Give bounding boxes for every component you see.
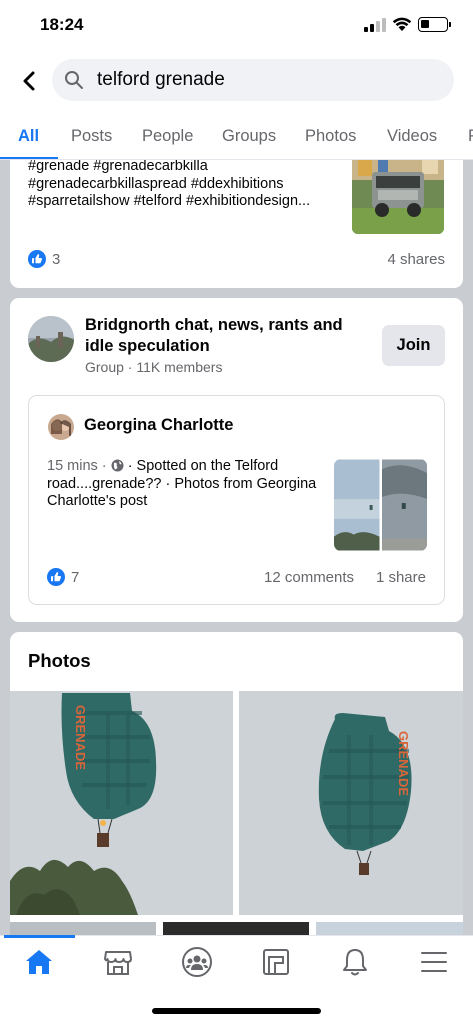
shares-count[interactable]: 4 shares <box>387 251 445 268</box>
search-header <box>0 52 473 110</box>
like-icon <box>28 250 46 268</box>
nav-menu[interactable] <box>416 946 452 978</box>
author-name[interactable]: Georgina Charlotte <box>84 416 233 435</box>
battery-icon <box>418 17 451 32</box>
back-button[interactable] <box>14 66 44 96</box>
tab-videos[interactable]: Videos <box>387 127 437 146</box>
balloon-logo: GRENADE <box>73 705 88 770</box>
post-likes[interactable]: 3 <box>28 250 60 268</box>
globe-icon <box>111 459 124 472</box>
home-icon <box>26 950 52 974</box>
nav-marketplace[interactable] <box>100 946 136 978</box>
photos-section: Photos GRENADE GRENADE <box>10 632 463 935</box>
like-icon <box>47 568 65 586</box>
post-photo[interactable] <box>381 459 428 551</box>
active-nav-indicator <box>4 935 75 938</box>
search-icon <box>65 71 83 89</box>
author-avatar[interactable] <box>48 414 74 440</box>
group-result-card[interactable]: Bridgnorth chat, news, rants and idle sp… <box>10 298 463 622</box>
likes-count: 3 <box>52 250 61 268</box>
nav-home[interactable] <box>21 946 57 978</box>
photos-section-title: Photos <box>28 650 91 671</box>
group-name[interactable]: Bridgnorth chat, news, rants and idle sp… <box>85 315 375 357</box>
groups-icon <box>182 947 212 977</box>
marketplace-icon <box>104 951 132 975</box>
wifi-icon <box>392 17 412 31</box>
comments-count[interactable]: 12 comments <box>264 569 354 586</box>
post-time: 15 mins · <box>47 458 107 474</box>
menu-icon <box>421 952 447 972</box>
tab-people[interactable]: People <box>142 127 193 146</box>
bell-icon <box>343 949 367 976</box>
nav-feeds[interactable] <box>258 946 294 978</box>
likes-count: 7 <box>71 568 80 586</box>
photo-result[interactable] <box>10 922 156 935</box>
group-avatar[interactable] <box>28 316 74 362</box>
group-post-likes[interactable]: 7 <box>47 568 79 586</box>
search-filter-tabs: All Posts People Groups Photos Videos P <box>0 112 473 160</box>
status-time: 18:24 <box>40 15 84 34</box>
balloon-logo: GRENADE <box>396 731 411 796</box>
shares-count[interactable]: 1 share <box>376 569 426 586</box>
post-photo-thumbnails[interactable] <box>334 459 427 551</box>
group-post-preview[interactable]: Georgina Charlotte 15 mins · · Spotted o… <box>28 395 445 605</box>
search-results-feed[interactable]: #grenade #grenadecarbkilla #grenadecarbk… <box>0 160 473 935</box>
tab-posts[interactable]: Posts <box>71 127 112 146</box>
photo-result[interactable] <box>316 922 463 935</box>
join-group-button[interactable]: Join <box>382 325 445 366</box>
tab-more[interactable]: P <box>468 127 473 146</box>
post-hashtags[interactable]: #grenade #grenadecarbkilla #grenadecarbk… <box>28 160 348 211</box>
signal-icon <box>364 18 386 32</box>
tab-photos[interactable]: Photos <box>305 127 356 146</box>
photo-result[interactable] <box>163 922 309 935</box>
feeds-icon <box>263 949 289 975</box>
post-photo[interactable] <box>334 459 380 551</box>
post-text[interactable]: 15 mins · · Spotted on the Telford road.… <box>47 458 317 511</box>
group-meta: Group · 11K members <box>85 359 223 375</box>
post-card[interactable]: #grenade #grenadecarbkilla #grenadecarbk… <box>10 160 463 288</box>
photo-result[interactable]: GRENADE <box>239 691 463 915</box>
search-input[interactable] <box>97 59 442 101</box>
photo-result[interactable]: GRENADE <box>10 691 233 915</box>
post-thumbnail[interactable] <box>352 160 444 234</box>
search-box[interactable] <box>52 59 454 101</box>
nav-groups[interactable] <box>179 946 215 978</box>
status-bar: 18:24 <box>0 0 473 52</box>
nav-notifications[interactable] <box>337 946 373 978</box>
back-arrow-icon <box>23 71 35 91</box>
tab-all[interactable]: All <box>18 127 39 146</box>
home-indicator[interactable] <box>152 1008 321 1014</box>
tab-groups[interactable]: Groups <box>222 127 276 146</box>
